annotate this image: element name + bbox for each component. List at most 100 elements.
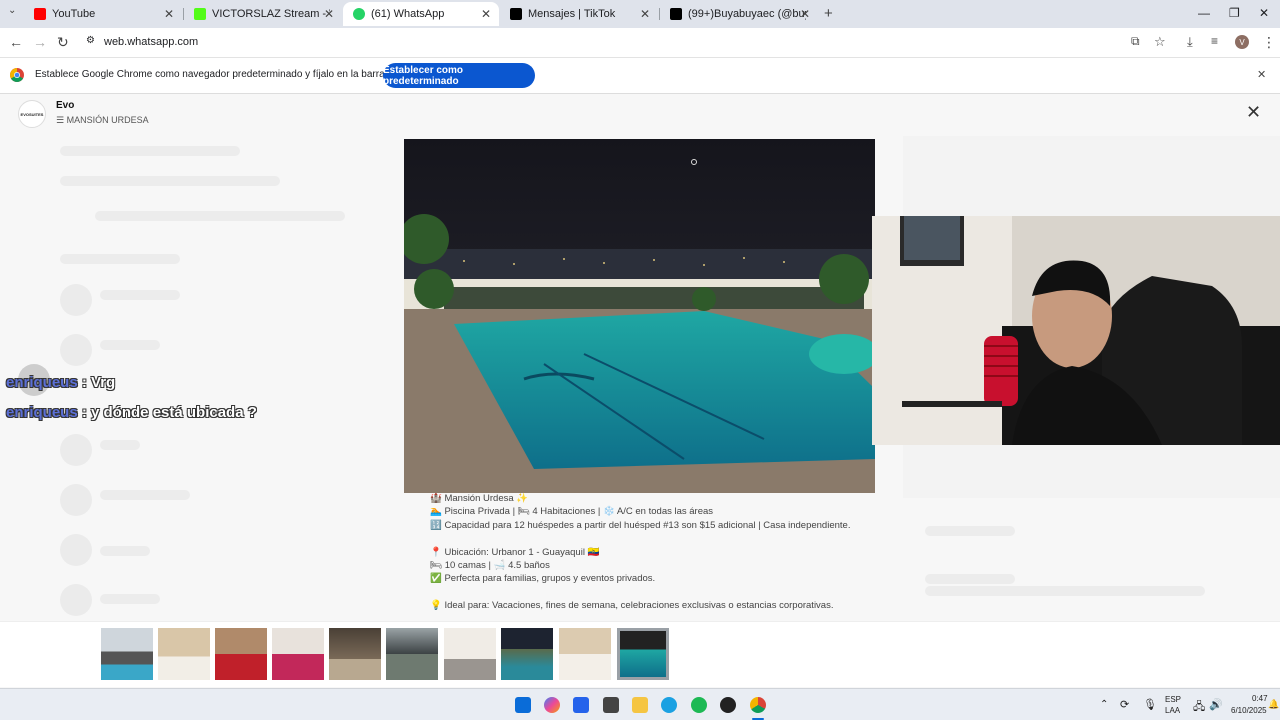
close-icon[interactable]: ✕ [164, 7, 174, 21]
close-icon[interactable]: ✕ [800, 7, 810, 21]
tab-search-icon[interactable]: ⌄ [8, 5, 16, 16]
profile-avatar[interactable]: V [1235, 35, 1249, 49]
stream-chat-message: enriqueus : Vrg [6, 374, 115, 391]
thumbnail[interactable] [329, 628, 381, 680]
infobar-close-icon[interactable]: ✕ [1257, 68, 1266, 81]
notification-icon[interactable]: 🔔 [1268, 699, 1279, 710]
caption-line: 📍 Ubicación: Urbanor 1 - Guayaquil 🇪🇨 [430, 546, 600, 558]
language-top[interactable]: ESP [1165, 695, 1181, 704]
tab-title: (99+)Buyabuyaec (@buyabuyaec [688, 8, 806, 20]
thumbnail[interactable] [559, 628, 611, 680]
close-icon[interactable]: ✕ [481, 7, 491, 21]
default-browser-infobar: Establece Google Chrome como navegador p… [0, 58, 1280, 94]
language-bottom[interactable]: LAA [1165, 706, 1180, 715]
edge-icon[interactable] [661, 697, 677, 713]
thumbnail[interactable] [386, 628, 438, 680]
chat-text: : Vrg [77, 374, 116, 391]
microphone-icon[interactable]: 🎙 [1143, 698, 1157, 711]
clock-date[interactable]: 6/10/2025 [1231, 706, 1267, 715]
install-app-icon[interactable]: ⧉ [1131, 34, 1140, 49]
media-source-title: ☰ MANSIÓN URDESA [56, 115, 149, 126]
caption-line [430, 586, 870, 599]
whatsapp-icon [353, 8, 365, 20]
caption-line [430, 532, 870, 545]
chat-username: enriqueus [6, 374, 78, 391]
tab-tiktok-messages[interactable]: Mensajes | TikTok ✕ [500, 2, 658, 26]
thumbnail[interactable] [101, 628, 153, 680]
thumbnail[interactable] [158, 628, 210, 680]
chrome-icon [10, 68, 24, 82]
reload-icon[interactable]: ↻ [57, 34, 69, 51]
spotify-icon[interactable] [691, 697, 707, 713]
chat-text: : y dónde está ubicada ? [77, 404, 257, 421]
caption-line: 🏊 Piscina Privada | 🛏 4 Habitaciones | ❄… [430, 506, 714, 518]
store-icon[interactable] [573, 697, 589, 713]
window-close-icon[interactable]: ✕ [1259, 6, 1269, 20]
close-viewer-icon[interactable]: ✕ [1246, 102, 1261, 123]
caption-line: 💡 Ideal para: Vacaciones, fines de seman… [430, 600, 834, 612]
site-info-icon[interactable]: ⚙ [86, 35, 95, 46]
avatar[interactable]: EVOSUITES [18, 100, 46, 128]
close-icon[interactable]: ✕ [640, 7, 650, 21]
clock-time[interactable]: 0:47 [1252, 694, 1268, 703]
file-explorer-icon[interactable] [632, 697, 648, 713]
menu-kebab-icon[interactable]: ⋮ [1262, 34, 1276, 51]
infobar-message: Establece Google Chrome como navegador p… [35, 69, 430, 80]
caption-line: 🛏 10 camas | 🛁 4.5 baños [430, 559, 550, 571]
tab-kick[interactable]: VICTORSLAZ Stream - Watch Li ✕ [184, 2, 342, 26]
start-icon[interactable] [515, 697, 531, 713]
reading-list-icon[interactable]: ≡ [1211, 34, 1218, 48]
tab-whatsapp[interactable]: (61) WhatsApp ✕ [343, 2, 499, 26]
new-tab-icon[interactable]: + [824, 5, 833, 22]
copilot-icon[interactable] [544, 697, 560, 713]
back-icon[interactable]: ← [9, 34, 23, 50]
streamer-webcam-overlay [872, 216, 1280, 445]
restore-icon[interactable]: ❐ [1229, 6, 1240, 20]
close-icon[interactable]: ✕ [324, 7, 334, 21]
tab-title: VICTORSLAZ Stream - Watch Li [212, 8, 330, 20]
tab-tiktok-profile[interactable]: (99+)Buyabuyaec (@buyabuyaec ✕ [660, 2, 818, 26]
thumbnail[interactable] [501, 628, 553, 680]
media-source-label: MANSIÓN URDESA [66, 115, 149, 125]
tray-chevron-icon[interactable]: ⌃ [1100, 699, 1108, 710]
group-icon: ☰ [56, 115, 67, 125]
stream-chat-message: enriqueus : y dónde está ubicada ? [6, 404, 257, 421]
url-text[interactable]: web.whatsapp.com [104, 36, 198, 48]
viewer-header: EVOSUITES Evo ☰ MANSIÓN URDESA ✕ [0, 94, 1280, 134]
minimize-icon[interactable]: — [1198, 6, 1210, 20]
thumbnail-selected[interactable] [617, 628, 669, 680]
caption-line: ✅ Perfecta para familias, grupos y event… [430, 573, 656, 585]
tab-youtube[interactable]: YouTube ✕ [24, 2, 182, 26]
whatsapp-media-viewer: EVOSUITES Evo ☰ MANSIÓN URDESA ✕ 🏰 Mansi… [0, 94, 1280, 688]
tiktok-icon [510, 8, 522, 20]
tab-title: YouTube [52, 8, 96, 20]
omnibox[interactable]: ⚙ web.whatsapp.com [80, 31, 1180, 55]
tab-title: Mensajes | TikTok [528, 8, 616, 20]
windows-taskbar: ⌃ ⟳ 🎙 ESP LAA 🖧 🔊 0:47 6/10/2025 🔔 [0, 688, 1280, 720]
download-icon[interactable]: ⤓ [1187, 34, 1193, 50]
set-default-button[interactable]: Establecer como predeterminado [383, 63, 535, 88]
chat-username: enriqueus [6, 404, 78, 421]
sync-icon[interactable]: ⟳ [1120, 698, 1129, 711]
network-icon[interactable]: 🖧 [1193, 698, 1205, 717]
contact-name: Evo [56, 100, 75, 111]
caption-line: 🏰 Mansión Urdesa ✨ [430, 493, 529, 504]
kick-icon [194, 8, 206, 20]
thumbnail[interactable] [444, 628, 496, 680]
main-photo[interactable] [404, 139, 875, 493]
obs-icon[interactable] [720, 697, 736, 713]
bookmark-star-icon[interactable]: ☆ [1154, 34, 1166, 50]
volume-icon[interactable]: 🔊 [1209, 698, 1223, 711]
youtube-icon [34, 8, 46, 20]
app-icon[interactable] [603, 697, 619, 713]
tab-title: (61) WhatsApp [371, 8, 445, 20]
caption-line: 🔢 Capacidad para 12 huéspedes a partir d… [430, 519, 851, 531]
forward-icon[interactable]: → [33, 34, 47, 50]
browser-tab-strip: ⌄ YouTube ✕ VICTORSLAZ Stream - Watch Li… [0, 0, 1280, 28]
thumbnail[interactable] [215, 628, 267, 680]
tiktok-icon [670, 8, 682, 20]
thumbnail[interactable] [272, 628, 324, 680]
chrome-icon[interactable] [750, 697, 766, 713]
address-bar-row: ← → ↻ ⚙ web.whatsapp.com ⧉ ☆ ⤓ ≡ V ⋮ [0, 28, 1280, 58]
photo-caption: 🏰 Mansión Urdesa ✨ 🏊 Piscina Privada | 🛏… [430, 492, 870, 613]
